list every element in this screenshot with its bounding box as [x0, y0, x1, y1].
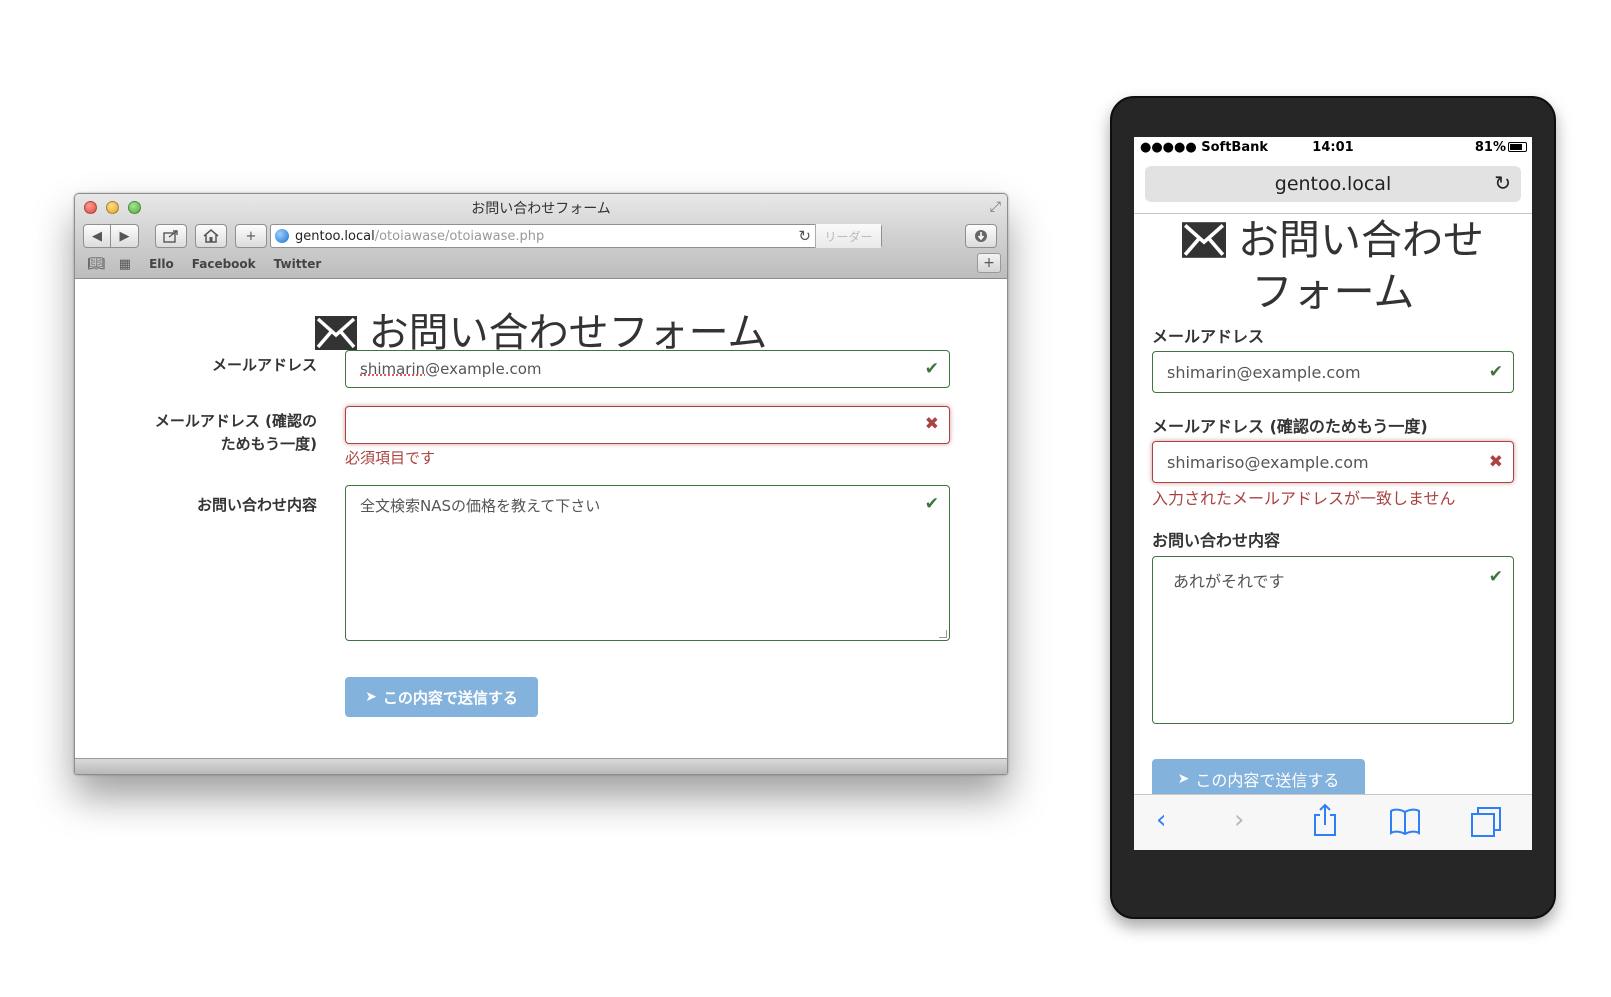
forward-icon[interactable]: ›	[1234, 805, 1244, 835]
phone-frame: ●●●●● SoftBank 14:01 81% gentoo.local ↻ …	[1110, 96, 1556, 919]
home-icon	[203, 229, 219, 243]
top-sites-icon[interactable]: ▦	[119, 257, 131, 272]
message-label: お問い合わせ内容	[196, 496, 317, 514]
bookmarks-bar: 📖︎ ▦ Ello Facebook Twitter +	[75, 251, 1007, 277]
email-value: @example.com	[425, 360, 542, 378]
phone-confirm-error: 入力されたメールアドレスが一致しません	[1152, 489, 1456, 508]
forward-button[interactable]: ▶	[111, 224, 139, 248]
send-icon: ➤	[365, 689, 377, 705]
email-field[interactable]: shimarin@example.com ✔	[345, 350, 950, 388]
message-value: 全文検索NASの価格を教えて下さい	[360, 497, 601, 515]
download-icon	[975, 230, 987, 242]
phone-submit-button[interactable]: ➤ この内容で送信する	[1152, 759, 1365, 799]
check-icon: ✔	[924, 359, 939, 379]
bookmark-facebook[interactable]: Facebook	[192, 257, 256, 271]
phone-title-line1: お問い合わせ	[1238, 216, 1484, 264]
downloads-button[interactable]	[965, 224, 997, 248]
confirm-email-label-line1: メールアドレス (確認の	[154, 412, 317, 430]
confirm-email-field[interactable]: ✖	[345, 406, 950, 444]
phone-url: gentoo.local	[1274, 173, 1392, 195]
submit-button[interactable]: ➤ この内容で送信する	[345, 677, 538, 717]
window-title: お問い合わせフォーム	[471, 201, 611, 217]
confirm-email-error: 必須項目です	[345, 449, 436, 467]
error-x-icon: ✖	[1488, 452, 1503, 472]
bookmarks-book-icon[interactable]: 📖︎	[87, 256, 105, 272]
tabs-icon[interactable]	[1470, 806, 1502, 845]
confirm-email-label-line2: ためもう一度)	[220, 435, 317, 453]
share-icon[interactable]	[1312, 803, 1338, 844]
phone-confirm-field[interactable]: shimariso@example.com ✖	[1152, 441, 1514, 483]
reload-icon[interactable]: ↻	[1494, 171, 1511, 195]
status-bar	[75, 758, 1007, 774]
submit-label: この内容で送信する	[382, 688, 518, 707]
reader-button[interactable]: リーダー	[815, 224, 881, 248]
phone-email-value: shimarin@example.com	[1167, 363, 1361, 382]
home-button[interactable]	[195, 224, 227, 248]
phone-confirm-label: メールアドレス (確認のためもう一度)	[1152, 417, 1428, 436]
phone-address-bar[interactable]: gentoo.local ↻	[1145, 166, 1521, 202]
phone-submit-label: この内容で送信する	[1195, 771, 1340, 790]
envelope-icon	[314, 316, 357, 350]
error-x-icon: ✖	[924, 414, 939, 434]
safari-toolbar: ‹ ›	[1134, 794, 1532, 850]
reload-icon[interactable]: ↻	[798, 227, 811, 245]
url-host: gentoo.local	[295, 228, 375, 244]
add-bookmark-button[interactable]: +	[235, 224, 267, 248]
resize-handle[interactable]	[939, 630, 947, 638]
envelope-icon	[1182, 222, 1226, 258]
check-icon: ✔	[1488, 567, 1503, 587]
bookmarks-icon[interactable]	[1389, 807, 1421, 842]
address-bar[interactable]: gentoo.local /otoiawase/otoiawase.php ↻ …	[270, 224, 882, 248]
battery-percent: 81%	[1474, 140, 1506, 155]
phone-confirm-value: shimariso@example.com	[1167, 453, 1369, 472]
new-tab-button[interactable]: +	[977, 253, 1001, 273]
phone-email-field[interactable]: shimarin@example.com ✔	[1152, 351, 1514, 393]
phone-screen: ●●●●● SoftBank 14:01 81% gentoo.local ↻ …	[1134, 137, 1532, 850]
back-button[interactable]: ◀	[83, 224, 111, 248]
globe-icon	[275, 229, 289, 243]
email-value-misspelled: shimarin	[360, 360, 426, 378]
phone-email-label: メールアドレス	[1152, 327, 1265, 346]
share-button[interactable]	[155, 224, 187, 248]
confirm-email-label: メールアドレス (確認の ためもう一度)	[155, 410, 317, 456]
check-icon: ✔	[1488, 362, 1503, 382]
battery-icon	[1508, 142, 1527, 152]
bookmark-twitter[interactable]: Twitter	[274, 257, 322, 271]
page-content: お問い合わせフォーム メールアドレス shimarin@example.com …	[75, 280, 1007, 760]
phone-message-textarea[interactable]: あれがそれです ✔	[1152, 556, 1514, 724]
email-label: メールアドレス	[211, 356, 317, 374]
phone-title-line2: フォーム	[1251, 268, 1415, 316]
ios-status-bar: ●●●●● SoftBank 14:01 81%	[1134, 137, 1532, 159]
back-icon[interactable]: ‹	[1156, 805, 1166, 835]
phone-message-value: あれがそれです	[1173, 572, 1285, 591]
phone-page-title: お問い合わせ フォーム	[1144, 214, 1522, 318]
share-icon	[163, 230, 178, 243]
fullscreen-icon[interactable]: ⤢	[990, 199, 1001, 215]
browser-chrome: お問い合わせフォーム ⤢ ◀ ▶ + gentoo.local /otoiawa…	[75, 194, 1007, 279]
send-icon: ➤	[1177, 771, 1190, 787]
check-icon: ✔	[924, 494, 939, 514]
desktop-browser-window: お問い合わせフォーム ⤢ ◀ ▶ + gentoo.local /otoiawa…	[74, 193, 1008, 775]
bookmark-ello[interactable]: Ello	[149, 257, 174, 271]
clock-text: 14:01	[1312, 140, 1354, 155]
url-path: /otoiawase/otoiawase.php	[374, 228, 545, 244]
message-textarea[interactable]: 全文検索NASの価格を教えて下さい ✔	[345, 485, 950, 641]
phone-message-label: お問い合わせ内容	[1152, 531, 1281, 550]
